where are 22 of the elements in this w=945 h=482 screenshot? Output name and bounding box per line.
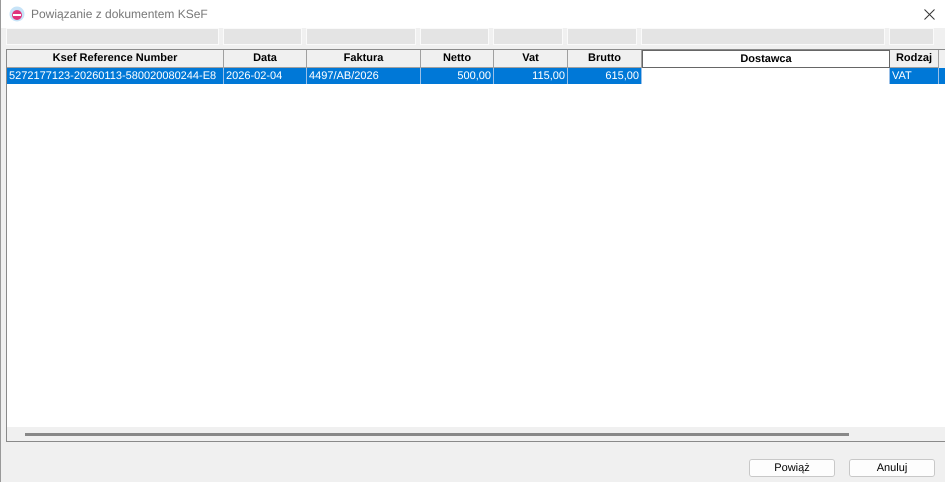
table-cell: 500,00 [421, 68, 494, 84]
table-row[interactable]: 5272177123-20260113-580020080244-E8 2026-02-04 4497/AB/2026 500,00 115,00 615,00 VAT [7, 68, 945, 84]
app-logo-icon [9, 6, 25, 22]
table-cell: 5272177123-20260113-580020080244-E8 [7, 68, 224, 84]
column-header[interactable]: Dostawca [642, 50, 890, 68]
link-button[interactable]: Powiąż [749, 459, 835, 477]
filter-field[interactable] [641, 28, 885, 45]
filter-field[interactable] [6, 28, 219, 45]
filter-field[interactable] [420, 28, 489, 45]
filter-field[interactable] [493, 28, 563, 45]
cancel-button[interactable]: Anuluj [849, 459, 935, 477]
window-title: Powiązanie z dokumentem KSeF [31, 7, 208, 21]
table-cell: 2026-02-04 [224, 68, 307, 84]
close-icon[interactable] [924, 8, 935, 20]
table-cell: 4497/AB/2026 [307, 68, 421, 84]
filter-field[interactable] [306, 28, 416, 45]
table-cell: 115,00 [494, 68, 568, 84]
table-cell: VAT [890, 68, 939, 84]
filter-field[interactable] [567, 28, 637, 45]
filter-field[interactable] [889, 28, 934, 45]
scrollbar-thumb[interactable] [25, 432, 849, 436]
filter-field[interactable] [223, 28, 302, 45]
